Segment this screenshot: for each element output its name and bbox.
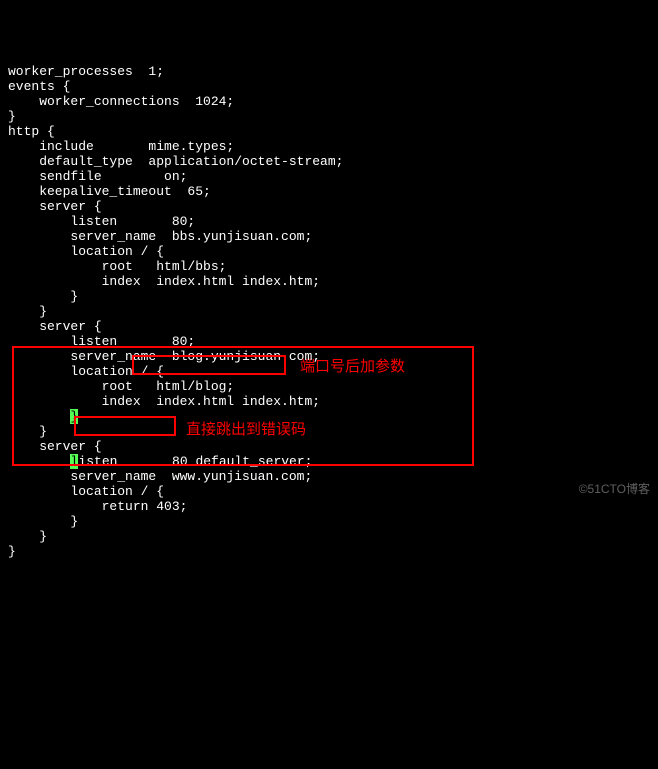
config-line: http { [8,124,650,139]
config-line: root html/bbs; [8,259,650,274]
config-line: keepalive_timeout 65; [8,184,650,199]
cursor-block: l [70,454,78,469]
config-line: root html/blog; [8,379,650,394]
config-line: server_name bbs.yunjisuan.com; [8,229,650,244]
config-line: } [8,544,650,559]
config-line: index index.html index.htm; [8,394,650,409]
config-line: } [8,424,650,439]
config-line: listen 80; [8,214,650,229]
annotation-error-code: 直接跳出到错误码 [186,418,306,439]
config-line: listen 80 default_server; [8,454,650,469]
config-line: } [8,109,650,124]
config-line: server { [8,439,650,454]
config-line: location / { [8,244,650,259]
config-line: server { [8,319,650,334]
config-line: worker_processes 1; [8,64,650,79]
config-line: server_name www.yunjisuan.com; [8,469,650,484]
config-line: events { [8,79,650,94]
config-line: } [8,289,650,304]
config-line: listen 80; [8,334,650,349]
config-line: location / { [8,484,650,499]
config-line: } [8,409,650,424]
watermark: ©51CTO博客 [579,480,650,497]
config-line: default_type application/octet-stream; [8,154,650,169]
config-line: } [8,529,650,544]
config-line: sendfile on; [8,169,650,184]
config-line: server { [8,199,650,214]
terminal-output: worker_processes 1;events { worker_conne… [8,64,650,559]
config-line: } [8,304,650,319]
config-line: worker_connections 1024; [8,94,650,109]
config-line: index index.html index.htm; [8,274,650,289]
annotation-port-param: 端口号后加参数 [300,355,405,376]
config-line: include mime.types; [8,139,650,154]
config-line: return 403; [8,499,650,514]
cursor-block: } [70,409,78,424]
config-line: } [8,514,650,529]
